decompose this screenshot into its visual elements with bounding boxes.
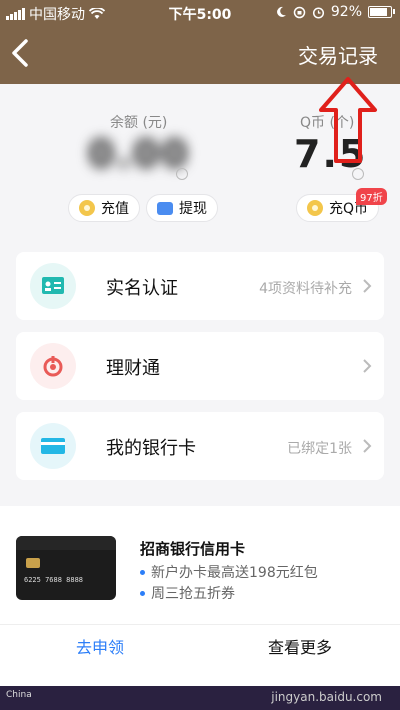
moon-icon (276, 6, 286, 17)
row-title: 理财通 (106, 358, 160, 379)
row-meta: 4项资料待补充 (259, 281, 352, 297)
chevron-right-icon (363, 439, 372, 453)
promo-bullet: 周三抢五折券 (140, 583, 235, 603)
qcoin-chevron-icon[interactable] (352, 168, 364, 180)
wallet-icon (157, 201, 173, 215)
annotation-arrow (319, 77, 377, 163)
chevron-right-icon (363, 279, 372, 293)
credit-card-promo: 6225 7688 8888 招商银行信用卡 新户办卡最高送198元红包 周三抢… (0, 506, 400, 686)
apply-button[interactable]: 去申领 (0, 634, 200, 658)
promo-bullet: 新户办卡最高送198元红包 (140, 562, 318, 582)
battery-icon (368, 6, 395, 18)
qcoin-icon (307, 200, 323, 216)
chevron-right-icon (363, 359, 372, 373)
topup-button[interactable]: 充值 (68, 194, 140, 222)
alarm-icon (312, 6, 324, 19)
row-title: 实名认证 (106, 278, 178, 299)
promo-divider (0, 624, 400, 625)
promo-bullet-text: 周三抢五折券 (151, 586, 235, 602)
watermark: jingyan.baidu.com (271, 690, 382, 704)
withdraw-label: 提现 (179, 201, 207, 217)
status-bar: 中国移动 下午5:00 92% (0, 0, 400, 26)
id-card-icon (30, 263, 76, 309)
promo-title: 招商银行信用卡 (140, 540, 246, 558)
carrier-logo: China (6, 690, 32, 700)
battery-percent: 92% (330, 4, 362, 20)
bottom-strip: China jingyan.baidu.com (0, 686, 400, 710)
balance-label: 余额 (元) (110, 115, 168, 131)
withdraw-button[interactable]: 提现 (146, 194, 218, 222)
credit-card-image: 6225 7688 8888 (16, 536, 116, 600)
balance-value: 0.00 (88, 132, 190, 176)
bullet-dot-icon (140, 569, 145, 575)
list-item-real-name[interactable]: 实名认证 4项资料待补充 (16, 252, 384, 320)
list-item-licaitong[interactable]: 理财通 (16, 332, 384, 400)
list-item-bank-cards[interactable]: 我的银行卡 已绑定1张 (16, 412, 384, 480)
eye-toggle-icon[interactable] (176, 168, 188, 180)
yuan-coin-icon (79, 200, 95, 216)
topup-label: 充值 (101, 201, 129, 217)
transaction-records-link[interactable]: 交易记录 (298, 40, 378, 69)
discount-badge: 97折 (356, 188, 387, 205)
bullet-dot-icon (140, 590, 145, 596)
row-meta: 已绑定1张 (287, 441, 352, 457)
back-icon[interactable] (8, 38, 34, 68)
row-title: 我的银行卡 (106, 438, 196, 459)
bank-card-icon (30, 423, 76, 469)
view-more-button[interactable]: 查看更多 (200, 634, 400, 658)
licaitong-icon (30, 343, 76, 389)
promo-bullet-text: 新户办卡最高送198元红包 (151, 565, 318, 581)
rotation-lock-icon (293, 6, 306, 18)
